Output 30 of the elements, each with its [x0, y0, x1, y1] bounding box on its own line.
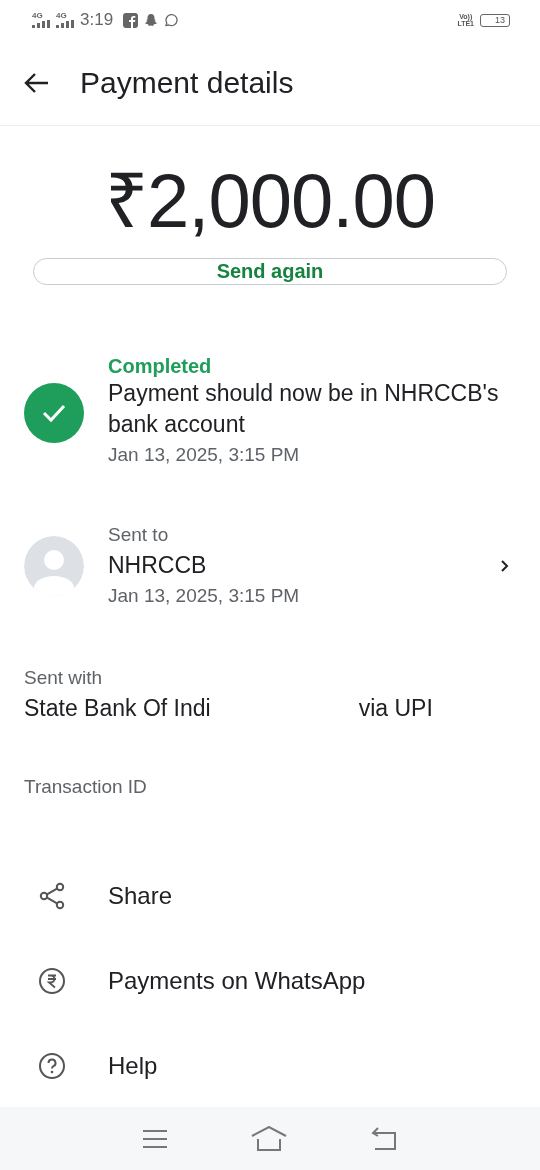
action-item[interactable]: Payments on WhatsApp [0, 938, 540, 1023]
rupee-icon [38, 966, 66, 995]
home-icon[interactable] [251, 1125, 287, 1152]
facebook-icon [123, 12, 139, 28]
action-item[interactable]: Share [0, 853, 540, 938]
chevron-icon [500, 558, 510, 573]
back-icon[interactable] [24, 71, 50, 94]
clock-time: 3:19 [80, 10, 114, 30]
chat-icon [164, 13, 179, 27]
status-time: Jan 13, 2025, 3:15 PM [108, 443, 301, 467]
recipient-label: Sent to [108, 523, 170, 547]
page-title: Payment details [80, 65, 294, 100]
battery-icon: 13 [480, 13, 510, 27]
recipient-time: Jan 13, 2025, 3:15 PM [108, 584, 301, 608]
menu-icon[interactable] [141, 1128, 168, 1149]
ghost-icon [144, 13, 159, 27]
send-again-button[interactable]: Send again [33, 258, 507, 285]
status-message: Payment should now be in NHRCCB's bank account [108, 379, 500, 439]
amount-text: ₹2,000.00 [104, 157, 436, 245]
avatar-icon [24, 535, 84, 596]
help-icon [38, 1051, 66, 1080]
payment-method: via UPI [358, 694, 433, 723]
action-item[interactable]: Help [0, 1023, 540, 1108]
transaction-id-label: Transaction ID [24, 775, 148, 799]
recipient-row[interactable]: Sent to NHRCCB Jan 13, 2025, 3:15 PM [0, 520, 540, 611]
bank-name: State Bank Of Indi [24, 694, 211, 723]
status-label: Completed [108, 355, 213, 378]
share-icon [38, 881, 66, 910]
recipient-name: NHRCCB [108, 551, 208, 580]
sent-with-label: Sent with [24, 666, 104, 690]
